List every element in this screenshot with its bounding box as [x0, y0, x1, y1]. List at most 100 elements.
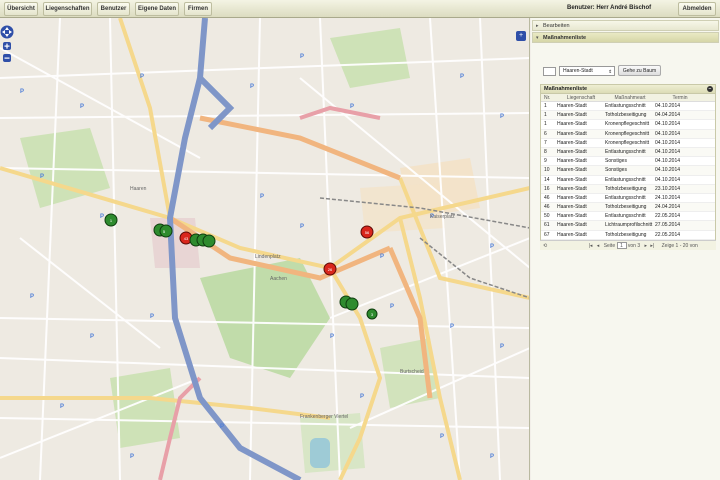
svg-text:P: P — [460, 74, 464, 80]
cell-nr: 14 — [544, 176, 550, 183]
cell-liegenschaft: Haaren-Stadt — [557, 185, 587, 192]
svg-text:P: P — [390, 304, 394, 310]
marker-cluster-green[interactable]: 5 — [153, 223, 173, 238]
svg-text:P: P — [380, 254, 384, 260]
table-row[interactable]: 14 Haaren-Stadt Entlastungsschnitt 04.10.20… — [541, 176, 715, 185]
table-row[interactable]: 50 Haaren-Stadt Entlastungsschnitt 22.05.20… — [541, 212, 715, 222]
column-header-liegenschaft[interactable]: Liegenschaft — [557, 94, 605, 101]
cell-nr: 7 — [544, 139, 547, 146]
cell-nr: 46 — [544, 194, 550, 201]
cell-massnahmeart: Entlastungsschnitt — [605, 213, 646, 220]
cell-massnahmeart: Sonstiges — [605, 167, 627, 174]
cell-termin: 04.10.2014 — [655, 167, 681, 174]
tab-firmen[interactable]: Firmen — [184, 2, 212, 16]
cell-termin: 24.10.2014 — [655, 194, 681, 201]
marker-red[interactable]: 26 — [323, 262, 337, 276]
marker-red[interactable]: 56 — [360, 225, 374, 239]
cell-nr: 9 — [544, 158, 547, 165]
collapse-icon[interactable]: − — [707, 86, 713, 92]
property-select[interactable]: Haaren-Stadt ⇕ — [559, 66, 615, 76]
cell-termin: 04.10.2014 — [655, 139, 681, 146]
table-row[interactable]: 46 Haaren-Stadt Entlastungsschnitt 24.10.20… — [541, 194, 715, 204]
cell-liegenschaft: Haaren-Stadt — [557, 158, 587, 165]
goto-tree-button[interactable]: Gehe zu Baum — [618, 65, 661, 76]
logout-button[interactable]: Abmelden — [678, 2, 716, 16]
column-header-termin[interactable]: Termin — [655, 94, 705, 101]
filter-text-input[interactable] — [543, 67, 556, 76]
column-header-nr[interactable]: Nr. — [541, 94, 557, 101]
table-row[interactable]: 61 Haaren-Stadt Lichtraumprofilschnitt 27.0… — [541, 221, 715, 231]
measures-list-title-text: Maßnahmenliste — [544, 86, 588, 92]
cell-termin: 22.05.2014 — [655, 213, 681, 220]
pan-zoom-control[interactable] — [0, 22, 14, 66]
svg-text:P: P — [220, 424, 224, 430]
svg-text:P: P — [350, 104, 354, 110]
first-page-button[interactable]: |◂ — [589, 241, 593, 251]
page-label: Seite — [603, 243, 616, 249]
table-row[interactable]: 7 Haaren-Stadt Kronenpflegeschnitt 04.10.20… — [541, 139, 715, 148]
last-page-button[interactable]: ▸| — [650, 241, 654, 251]
map-canvas[interactable]: P P P P P P P P P P P P P P P P P P P P P P P P P P P… — [0, 18, 530, 480]
tab-eigene-daten[interactable]: Eigene Daten — [135, 2, 179, 16]
accordion-bearbeiten[interactable]: ▸ Bearbeiten — [532, 20, 719, 31]
cell-massnahmeart: Kronenpflegeschnitt — [605, 121, 650, 128]
marker-green[interactable]: 1 — [104, 213, 118, 227]
svg-text:P: P — [40, 174, 44, 180]
cell-termin: 04.10.2014 — [655, 121, 681, 128]
cell-liegenschaft: Haaren-Stadt — [557, 213, 587, 220]
svg-text:P: P — [100, 214, 104, 220]
svg-text:P: P — [130, 454, 134, 460]
first-page-icon[interactable]: ⟲ — [543, 241, 547, 251]
map-label-burtscheid: Burtscheid — [400, 369, 424, 375]
column-header-massnahmeart[interactable]: Maßnahmeart — [605, 94, 655, 101]
cell-termin: 04.10.2014 — [655, 176, 681, 183]
measures-table-body: 1 Haaren-Stadt Entlastungsschnitt 04.10.201… — [541, 102, 715, 240]
cell-massnahmeart: Kronenpflegeschnitt — [605, 139, 650, 146]
top-navigation-bar: Übersicht Liegenschaften Benutzer Eigene… — [0, 0, 720, 18]
svg-text:P: P — [490, 244, 494, 250]
cell-termin: 04.10.2014 — [655, 103, 681, 109]
svg-text:P: P — [60, 404, 64, 410]
tab-benutzer[interactable]: Benutzer — [97, 2, 130, 16]
table-row[interactable]: 1 Haaren-Stadt Totholzbeseitigung 04.04.201… — [541, 111, 715, 121]
cell-liegenschaft: Haaren-Stadt — [557, 167, 587, 174]
pagination-bar: ⟲ |◂ ◂ Seite 1 von 3 ▸ ▸| Zeige 1 - 20 v… — [540, 240, 716, 250]
svg-text:P: P — [300, 224, 304, 230]
next-page-button[interactable]: ▸ — [645, 241, 648, 251]
cell-massnahmeart: Entlastungsschnitt — [605, 103, 646, 109]
page-number-input[interactable]: 1 — [616, 242, 627, 250]
cell-liegenschaft: Haaren-Stadt — [557, 139, 587, 146]
layer-switcher-icon[interactable]: + — [516, 31, 526, 41]
svg-text:56: 56 — [365, 230, 370, 235]
measures-list-panel: Maßnahmenliste − Nr. Liegenschaft Maßnah… — [540, 84, 716, 250]
table-row[interactable]: 1 Haaren-Stadt Entlastungsschnitt 04.10.201… — [541, 102, 715, 112]
map-label-lindenplatz: Lindenplatz — [255, 254, 281, 260]
svg-text:P: P — [260, 194, 264, 200]
cell-massnahmeart: Kronenpflegeschnitt — [605, 130, 650, 137]
accordion-massnahmenliste[interactable]: ▾ Maßnahmenliste — [532, 32, 719, 43]
tab-uebersicht[interactable]: Übersicht — [4, 2, 38, 16]
map-view[interactable]: P P P P P P P P P P P P P P P P P P P P P P P P P P P… — [0, 18, 530, 480]
table-row[interactable]: 10 Haaren-Stadt Sonstiges 04.10.2014 — [541, 166, 715, 176]
table-row[interactable]: 1 Haaren-Stadt Kronenpflegeschnitt 04.10.20… — [541, 120, 715, 130]
cell-termin: 04.10.2014 — [655, 148, 681, 155]
table-row[interactable]: 16 Haaren-Stadt Totholzbeseitigung 23.10.20… — [541, 184, 715, 194]
table-row[interactable]: 46 Haaren-Stadt Totholzbeseitigung 24.04.20… — [541, 203, 715, 213]
side-panel: ▸ Bearbeiten ▾ Maßnahmenliste Haaren-Sta… — [531, 18, 720, 480]
cell-massnahmeart: Totholzbeseitigung — [605, 112, 647, 119]
table-row[interactable]: 67 Haaren-Stadt Totholzbeseitigung 22.05.20… — [541, 231, 715, 240]
prev-page-button[interactable]: ◂ — [597, 241, 600, 251]
cell-termin: 24.04.2014 — [655, 204, 681, 211]
table-row[interactable]: 8 Haaren-Stadt Entlastungsschnitt 04.10.201… — [541, 147, 715, 158]
tab-liegenschaften[interactable]: Liegenschaften — [43, 2, 92, 16]
cell-nr: 1 — [544, 112, 547, 119]
cell-massnahmeart: Totholzbeseitigung — [605, 185, 647, 192]
svg-text:P: P — [20, 89, 24, 95]
cell-massnahmeart: Totholzbeseitigung — [605, 204, 647, 211]
table-row[interactable]: 6 Haaren-Stadt Kronenpflegeschnitt 04.10.20… — [541, 129, 715, 139]
map-label-haaren: Haaren — [130, 186, 147, 192]
cell-liegenschaft: Haaren-Stadt — [557, 130, 587, 137]
table-row[interactable]: 9 Haaren-Stadt Sonstiges 04.10.2014 — [541, 157, 715, 167]
svg-text:P: P — [80, 104, 84, 110]
cell-massnahmeart: Sonstiges — [605, 158, 627, 165]
